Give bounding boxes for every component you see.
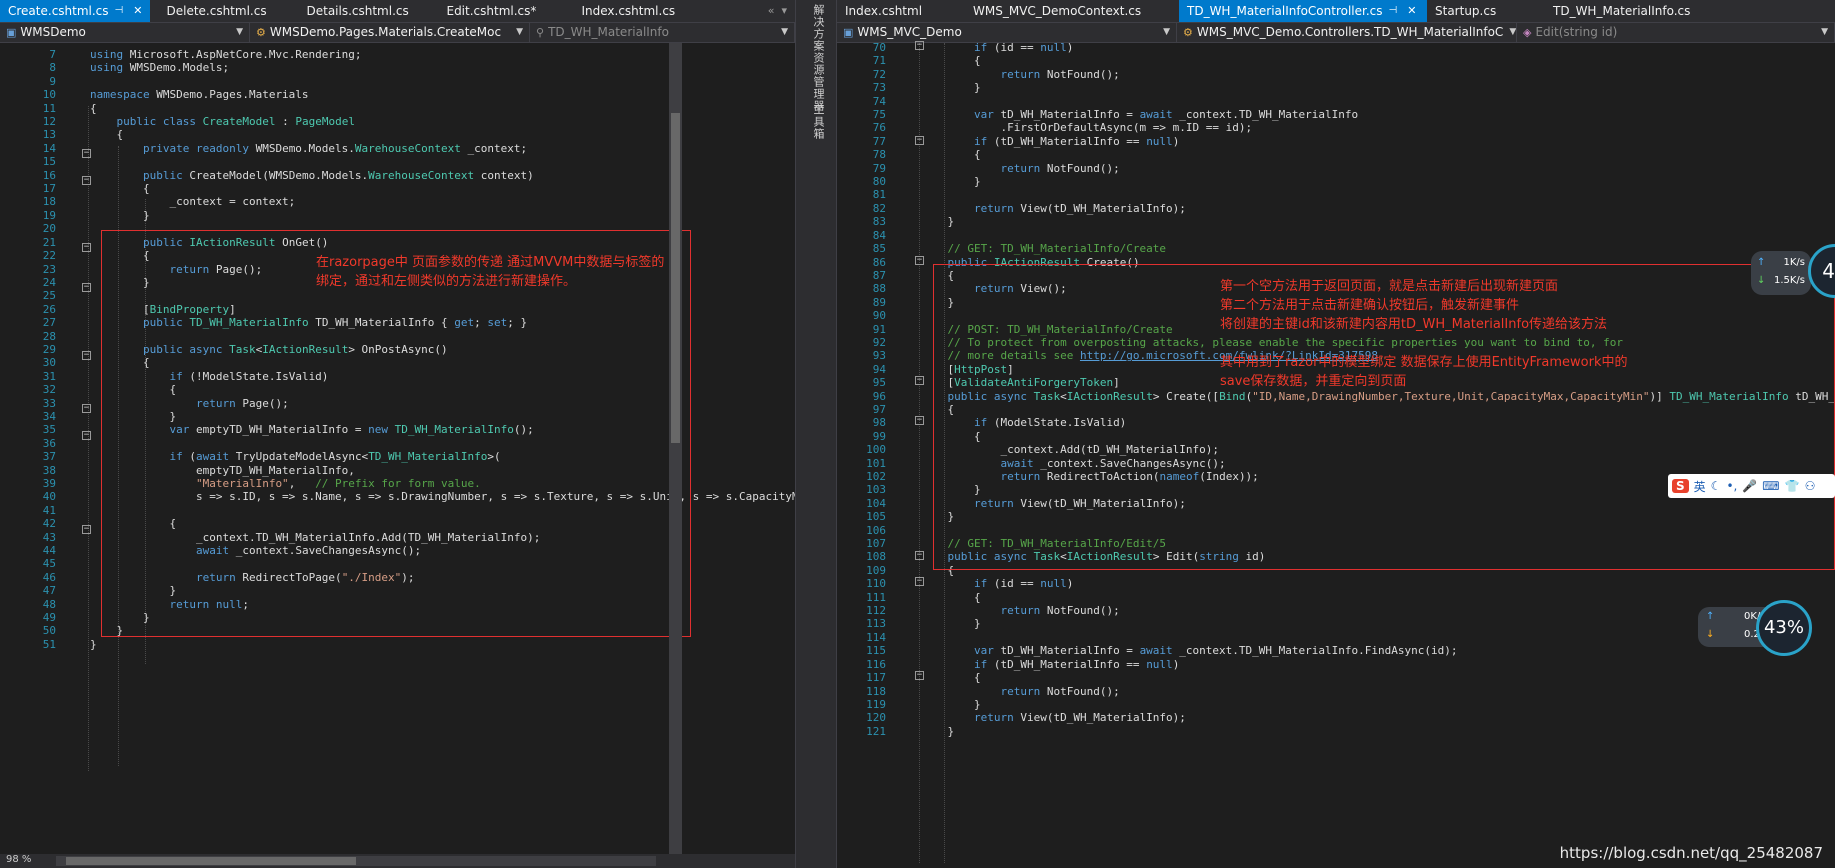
chevron-down-icon: ▼ [1821,27,1828,37]
upload-speed: 1K/s [1783,257,1806,268]
ime-language-toggle[interactable]: 英 [1694,478,1706,495]
vertical-scrollbar[interactable] [669,43,682,854]
tab-details-cshtml-cs[interactable]: Details.cshtml.cs [298,0,438,22]
tab-delete-cshtml-cs[interactable]: Delete.cshtml.cs [158,0,298,22]
indent-guide [919,43,920,863]
method-icon: ◈ [1523,26,1532,39]
tab-label: Create.cshtml.cs [8,4,109,18]
right-code-editor[interactable]: 70 71 72 73 74 75 76 77 78 79 80 81 82 83 84 85 86 87 88 89… [837,41,1835,868]
tab-label: Delete.cshtml.cs [166,4,267,18]
tab-label: Startup.cs [1435,4,1497,18]
download-arrow-icon: ↓ [1757,275,1766,286]
project-label: WMSDemo [20,25,86,39]
member-dropdown[interactable]: ⚲ TD_WH_MaterialInfo ▼ [530,23,795,42]
close-icon[interactable]: ✕ [133,0,142,22]
close-icon[interactable]: ✕ [1407,0,1416,22]
toolbox-tab[interactable]: 工具箱 [810,104,826,140]
tab-label: Edit.cshtml.cs* [446,4,537,18]
line-numbers: 7 8 9 10 11 12 13 14 15 16 17 18 19 20 21 22 23 24 25 26 27 2… [42,48,56,651]
project-dropdown[interactable]: ▣ WMSDemo ▼ [0,23,250,42]
moon-icon[interactable]: ☾ [1711,479,1722,493]
pin-icon[interactable]: ⊣ [115,0,124,22]
watermark: https://blog.csdn.net/qq_25482087 [1559,844,1823,862]
tab-index-cshtml-cs[interactable]: Index.cshtml.cs [573,0,703,22]
class-icon: ⚙ [256,26,266,39]
class-label: WMS_MVC_Demo.Controllers.TD_WH_MaterialI… [1196,25,1504,39]
punctuation-icon[interactable]: •, [1726,479,1737,493]
right-editor-pane: Index.cshtml WMS_MVC_DemoContext.cs TD_W… [837,0,1835,868]
tab-index-cshtml[interactable]: Index.cshtml [837,0,965,22]
property-icon: ⚲ [536,26,545,39]
member-label: Edit(string id) [1535,25,1618,39]
chevron-down-icon: ▼ [516,27,523,37]
csharp-project-icon: ▣ [843,26,854,39]
project-label: WMS_MVC_Demo [857,25,962,39]
tab-edit-cshtml-cs[interactable]: Edit.cshtml.cs* [438,0,573,22]
download-speed: 1.5K/s [1773,275,1805,286]
class-icon: ⚙ [1183,26,1193,39]
class-dropdown[interactable]: ⚙ WMS_MVC_Demo.Controllers.TD_WH_Material… [1177,23,1517,42]
chevron-down-icon: ▼ [236,27,243,37]
left-tab-strip: Create.cshtml.cs ⊣ ✕ Delete.cshtml.cs Deta… [0,0,795,22]
left-status-bar: 98 % [0,854,795,868]
microphone-icon[interactable]: 🎤 [1742,479,1757,493]
sogou-logo-icon: S [1672,479,1689,493]
solution-explorer-tab[interactable]: 解决方案资源管理器 [810,4,826,112]
left-navigation-bar: ▣ WMSDemo ▼ ⚙ WMSDemo.Pages.Materials.Creat… [0,22,795,43]
tab-label: TD_WH_MaterialInfoController.cs [1187,4,1383,18]
tab-overflow-icon[interactable]: « ▾ [760,0,795,22]
network-speed-widget: ↑ 1K/s ↓ 1.5K/s [1751,251,1811,295]
upload-arrow-icon: ↑ [1706,611,1715,622]
chevron-down-icon: ▼ [1163,27,1170,37]
tab-startup-cs[interactable]: Startup.cs [1427,0,1545,22]
user-icon[interactable]: ⚇ [1805,479,1816,493]
pin-icon[interactable]: ⊣ [1389,0,1398,22]
upload-arrow-icon: ↑ [1757,257,1766,268]
scrollbar-thumb[interactable] [66,857,356,865]
tab-label: Details.cshtml.cs [306,4,409,18]
right-annotation: 第一个空方法用于返回页面，就是点击新建后出现新建页面 第二个方法用于点击新建确认… [1220,279,1628,389]
tab-label: Index.cshtml.cs [581,4,676,18]
tab-label: WMS_MVC_DemoContext.cs [973,4,1142,18]
ime-toolbar[interactable]: S 英 ☾ •, 🎤 ⌨ 👕 ⚇ [1668,474,1835,498]
side-tool-strip: 解决方案资源管理器 工具箱 [795,0,837,868]
tab-label: Index.cshtml [845,4,923,18]
left-code-editor[interactable]: 7 8 9 10 11 12 13 14 15 16 17 18 19 20 21 22 23 24 25 26 27 2… [0,43,795,868]
scrollbar-thumb[interactable] [671,113,680,443]
left-annotation: 在razorpage中 页面参数的传递 通过MVVM中数据与标签的 绑定，通过和… [316,255,665,289]
keyboard-icon[interactable]: ⌨ [1762,479,1779,493]
horizontal-scrollbar[interactable] [56,856,656,866]
class-dropdown[interactable]: ⚙ WMSDemo.Pages.Materials.CreateMoc ▼ [250,23,530,42]
skin-icon[interactable]: 👕 [1785,479,1800,493]
cpu-gauge-bottom: 43% [1756,600,1812,656]
class-label: WMSDemo.Pages.Materials.CreateMoc [269,25,502,39]
chevron-down-icon: ▼ [781,27,788,37]
tab-materialinfo-cs[interactable]: TD_WH_MaterialInfo.cs [1545,0,1715,22]
download-arrow-icon: ↓ [1706,629,1715,640]
tab-materialinfo-controller[interactable]: TD_WH_MaterialInfoController.cs ⊣ ✕ [1179,0,1427,22]
member-dropdown[interactable]: ◈ Edit(string id) ▼ [1517,23,1835,42]
csharp-project-icon: ▣ [6,26,17,39]
left-editor-pane: Create.cshtml.cs ⊣ ✕ Delete.cshtml.cs Deta… [0,0,795,868]
highlight-box [101,230,691,637]
project-dropdown[interactable]: ▣ WMS_MVC_Demo ▼ [837,23,1177,42]
tab-label: TD_WH_MaterialInfo.cs [1553,4,1691,18]
tab-wms-mvc-democontext[interactable]: WMS_MVC_DemoContext.cs [965,0,1179,22]
line-numbers: 70 71 72 73 74 75 76 77 78 79 80 81 82 83 84 85 86 87 88 89… [866,41,886,738]
right-tab-strip: Index.cshtml WMS_MVC_DemoContext.cs TD_W… [837,0,1835,22]
member-label: TD_WH_MaterialInfo [548,25,669,39]
zoom-level[interactable]: 98 % [6,854,31,865]
right-navigation-bar: ▣ WMS_MVC_Demo ▼ ⚙ WMS_MVC_Demo.Controllers… [837,22,1835,43]
tab-create-cshtml-cs[interactable]: Create.cshtml.cs ⊣ ✕ [0,0,151,22]
chevron-down-icon: ▼ [1509,27,1517,37]
